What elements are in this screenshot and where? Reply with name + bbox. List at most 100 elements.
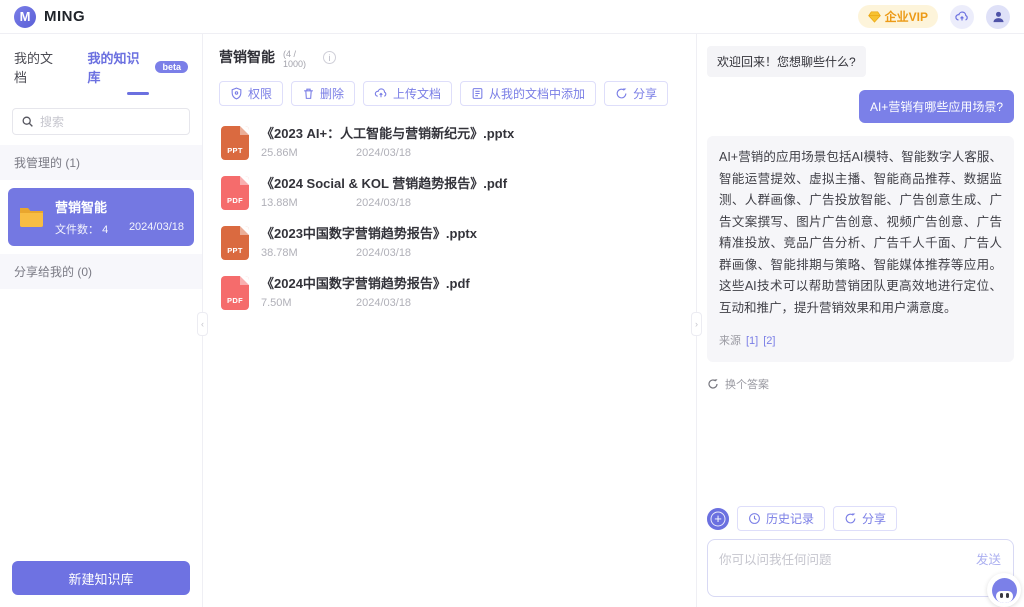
chat-messages: 欢迎回来！您想聊些什么? AI+营销有哪些应用场景? AI+营销的应用场景包括A… bbox=[707, 46, 1014, 506]
share-button[interactable]: 分享 bbox=[604, 81, 668, 106]
gem-icon bbox=[868, 11, 881, 23]
knowledge-base-date: 2024/03/18 bbox=[129, 221, 184, 237]
section-managed-by-me: 我管理的 (1) bbox=[0, 145, 202, 180]
beta-badge: beta bbox=[155, 61, 188, 73]
chat-input[interactable] bbox=[719, 549, 963, 587]
user-avatar[interactable] bbox=[986, 5, 1010, 29]
source-label: 来源 bbox=[719, 332, 741, 351]
assistant-answer: AI+营销的应用场景包括AI模特、智能数字人客服、智能运营提效、虚拟主播、智能商… bbox=[707, 136, 1014, 362]
new-chat-button[interactable]: + bbox=[707, 508, 729, 530]
regenerate-answer-button[interactable]: 换个答案 bbox=[707, 376, 1014, 392]
pdf-file-icon: PDF bbox=[221, 276, 249, 310]
upload-document-button[interactable]: 上传文档 bbox=[363, 81, 452, 106]
file-row[interactable]: PDF 《2024中国数字营销趋势报告》.pdf 7.50M 2024/03/1… bbox=[221, 276, 680, 310]
section-shared-with-me: 分享给我的 (0) bbox=[0, 254, 202, 289]
knowledge-base-info: 营销智能 文件数： 4 2024/03/18 bbox=[55, 197, 184, 237]
file-quota-counter: (4 / 1000) bbox=[283, 49, 315, 70]
ming-logo-icon: M bbox=[14, 6, 36, 28]
button-label: 分享 bbox=[862, 510, 886, 527]
tab-my-documents[interactable]: 我的文档 bbox=[14, 48, 65, 86]
file-count: 文件数： 4 bbox=[55, 221, 108, 237]
share-chat-button[interactable]: 分享 bbox=[833, 506, 897, 531]
file-size: 25.86M bbox=[261, 147, 356, 159]
document-icon bbox=[471, 87, 484, 100]
chat-controls: + 历史记录 分享 bbox=[707, 506, 1014, 531]
button-label: 上传文档 bbox=[393, 85, 441, 102]
panel-title: 营销智能 bbox=[219, 48, 275, 66]
file-list: PPT 《2023 AI+：人工智能与营销新纪元》.pptx 25.86M 20… bbox=[219, 126, 680, 310]
chat-mascot-avatar[interactable] bbox=[987, 573, 1021, 607]
person-icon bbox=[991, 9, 1006, 24]
user-message: AI+营销有哪些应用场景? bbox=[859, 90, 1014, 123]
send-button[interactable]: 发送 bbox=[976, 549, 1001, 568]
chat-panel: › 欢迎回来！您想聊些什么? AI+营销有哪些应用场景? AI+营销的应用场景包… bbox=[696, 34, 1024, 607]
share-icon bbox=[615, 87, 628, 100]
cloud-upload-icon bbox=[374, 87, 388, 100]
collapse-sidebar-handle[interactable]: ‹ bbox=[197, 312, 208, 336]
ppt-file-icon: PPT bbox=[221, 126, 249, 160]
citation-2[interactable]: [2] bbox=[763, 332, 775, 351]
pdf-file-icon: PDF bbox=[221, 176, 249, 210]
toolbar: 权限 删除 上传文档 从我的文档中添加 bbox=[219, 81, 680, 106]
file-row[interactable]: PPT 《2023 AI+：人工智能与营销新纪元》.pptx 25.86M 20… bbox=[221, 126, 680, 160]
assistant-greeting: 欢迎回来！您想聊些什么? bbox=[707, 46, 866, 77]
file-size: 13.88M bbox=[261, 197, 356, 209]
logo-letter: M bbox=[20, 9, 31, 24]
history-clock-icon bbox=[748, 512, 761, 525]
add-from-documents-button[interactable]: 从我的文档中添加 bbox=[460, 81, 596, 106]
topbar: M MING 企业VIP bbox=[0, 0, 1024, 34]
new-knowledge-base-button[interactable]: 新建知识库 bbox=[12, 561, 190, 595]
tab-label: 我的文档 bbox=[14, 48, 65, 86]
file-date: 2024/03/18 bbox=[356, 147, 411, 159]
trash-icon bbox=[302, 87, 315, 100]
button-label: 删除 bbox=[320, 85, 344, 102]
button-label: 分享 bbox=[633, 85, 657, 102]
delete-button[interactable]: 删除 bbox=[291, 81, 355, 106]
tab-my-knowledge-base[interactable]: 我的知识库 beta bbox=[87, 48, 188, 86]
file-date: 2024/03/18 bbox=[356, 247, 411, 259]
file-row[interactable]: PPT 《2023中国数字营销趋势报告》.pptx 38.78M 2024/03… bbox=[221, 226, 680, 260]
cloud-upload-icon bbox=[955, 10, 969, 24]
refresh-icon bbox=[707, 378, 719, 390]
topbar-actions: 企业VIP bbox=[858, 5, 1010, 29]
plus-icon: + bbox=[714, 511, 722, 526]
tab-label: 我的知识库 bbox=[87, 48, 151, 86]
vip-label: 企业VIP bbox=[885, 8, 928, 25]
knowledge-base-name: 营销智能 bbox=[55, 197, 184, 216]
sidebar: 我的文档 我的知识库 beta 我管理的 (1) 营销智能 文件数： 4 202… bbox=[0, 34, 203, 607]
search-input[interactable] bbox=[40, 115, 181, 129]
file-title: 《2024中国数字营销趋势报告》.pdf bbox=[261, 276, 470, 292]
file-row[interactable]: PDF 《2024 Social & KOL 营销趋势报告》.pdf 13.88… bbox=[221, 176, 680, 210]
file-size: 38.78M bbox=[261, 247, 356, 259]
file-date: 2024/03/18 bbox=[356, 197, 411, 209]
chat-input-box[interactable]: 发送 bbox=[707, 539, 1014, 597]
file-title: 《2023中国数字营销趋势报告》.pptx bbox=[261, 226, 477, 242]
search-icon bbox=[21, 115, 34, 128]
robot-icon bbox=[992, 578, 1017, 603]
sidebar-tabs: 我的文档 我的知识库 beta bbox=[0, 34, 202, 96]
cloud-upload-button[interactable] bbox=[950, 5, 974, 29]
button-label: 历史记录 bbox=[766, 510, 814, 527]
ppt-file-icon: PPT bbox=[221, 226, 249, 260]
knowledge-base-item[interactable]: 营销智能 文件数： 4 2024/03/18 bbox=[8, 188, 194, 246]
citation-1[interactable]: [1] bbox=[746, 332, 758, 351]
source-row: 来源 [1] [2] bbox=[719, 332, 1002, 351]
file-date: 2024/03/18 bbox=[356, 297, 411, 309]
share-icon bbox=[844, 512, 857, 525]
answer-text: AI+营销的应用场景包括AI模特、智能数字人客服、智能运营提效、虚拟主播、智能商… bbox=[719, 147, 1002, 319]
regenerate-label: 换个答案 bbox=[725, 376, 769, 392]
panel-header: 营销智能 (4 / 1000) i bbox=[219, 48, 680, 70]
document-list-panel: 营销智能 (4 / 1000) i 权限 删除 上传文档 bbox=[203, 34, 696, 607]
collapse-chat-handle[interactable]: › bbox=[691, 312, 702, 336]
shield-icon bbox=[230, 87, 243, 100]
brand-name: MING bbox=[44, 8, 85, 25]
info-icon[interactable]: i bbox=[323, 51, 336, 64]
button-label: 从我的文档中添加 bbox=[489, 85, 585, 102]
search-box[interactable] bbox=[12, 108, 190, 135]
history-button[interactable]: 历史记录 bbox=[737, 506, 825, 531]
folder-icon bbox=[18, 206, 45, 228]
permissions-button[interactable]: 权限 bbox=[219, 81, 283, 106]
button-label: 权限 bbox=[248, 85, 272, 102]
file-size: 7.50M bbox=[261, 297, 356, 309]
vip-badge[interactable]: 企业VIP bbox=[858, 5, 938, 28]
